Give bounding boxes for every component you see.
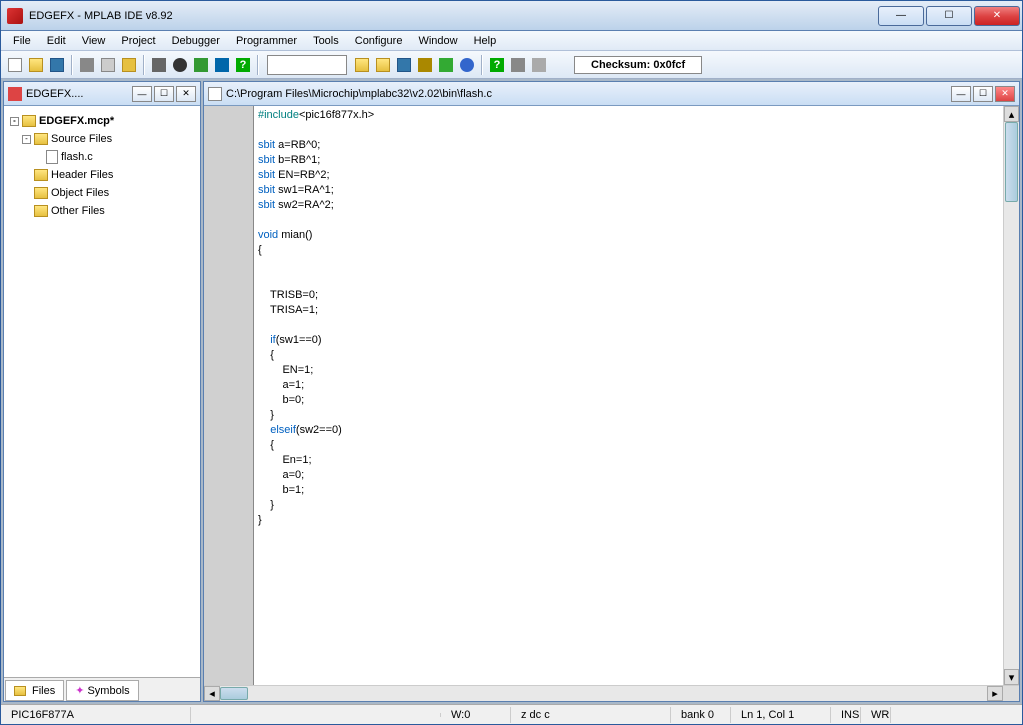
tree-source-files[interactable]: -Source Files: [10, 130, 194, 148]
project-panel-icon: [8, 87, 22, 101]
project-panel-title-text: EDGEFX....: [26, 88, 132, 100]
vertical-scrollbar[interactable]: ▴ ▾: [1003, 106, 1019, 685]
tree-header-files[interactable]: Header Files: [10, 166, 194, 184]
code-area[interactable]: #include<pic16f877x.h> sbit a=RB^0; sbit…: [254, 106, 1003, 685]
menu-programmer[interactable]: Programmer: [228, 33, 305, 49]
menu-edit[interactable]: Edit: [39, 33, 74, 49]
statusbar: PIC16F877A W:0 z dc c bank 0 Ln 1, Col 1…: [1, 704, 1022, 724]
tool-g1-icon[interactable]: [352, 55, 372, 75]
editor-title-text: C:\Program Files\Microchip\mplabc32\v2.0…: [226, 88, 951, 100]
paste-icon[interactable]: [119, 55, 139, 75]
tool-g4-icon[interactable]: [415, 55, 435, 75]
project-panel-title: EDGEFX.... — ☐ ✕: [4, 82, 200, 106]
status-pos: Ln 1, Col 1: [731, 707, 831, 723]
maximize-button[interactable]: ☐: [926, 6, 972, 26]
status-wr: WR: [861, 707, 891, 723]
menu-configure[interactable]: Configure: [347, 33, 411, 49]
menu-view[interactable]: View: [74, 33, 114, 49]
status-z: z dc c: [511, 707, 671, 723]
status-ins: INS: [831, 707, 861, 723]
checksum-display: Checksum: 0x0fcf: [574, 56, 702, 74]
menu-file[interactable]: File: [5, 33, 39, 49]
cut-icon[interactable]: [77, 55, 97, 75]
project-panel: EDGEFX.... — ☐ ✕ -EDGEFX.mcp* -Source Fi…: [3, 81, 201, 702]
editor-close-button[interactable]: ✕: [995, 86, 1015, 102]
minimize-button[interactable]: —: [878, 6, 924, 26]
menu-debugger[interactable]: Debugger: [164, 33, 228, 49]
tool-g2-icon[interactable]: [373, 55, 393, 75]
tree-other-files[interactable]: Other Files: [10, 202, 194, 220]
copy-icon[interactable]: [98, 55, 118, 75]
save-icon[interactable]: [47, 55, 67, 75]
tree-root[interactable]: -EDGEFX.mcp*: [10, 112, 194, 130]
status-device: PIC16F877A: [1, 707, 191, 723]
new-icon[interactable]: [5, 55, 25, 75]
editor-title: C:\Program Files\Microchip\mplabc32\v2.0…: [204, 82, 1019, 106]
app-icon: [7, 8, 23, 24]
project-tree[interactable]: -EDGEFX.mcp* -Source Files flash.c Heade…: [4, 106, 200, 677]
status-w: W:0: [441, 707, 511, 723]
editor-gutter: [204, 106, 254, 685]
open-icon[interactable]: [26, 55, 46, 75]
tool-g3-icon[interactable]: [394, 55, 414, 75]
titlebar: EDGEFX - MPLAB IDE v8.92 — ☐ ✕: [1, 1, 1022, 31]
panel-close-button[interactable]: ✕: [176, 86, 196, 102]
tool-x1-icon[interactable]: [508, 55, 528, 75]
window-title: EDGEFX - MPLAB IDE v8.92: [29, 10, 878, 22]
menu-project[interactable]: Project: [113, 33, 163, 49]
menu-window[interactable]: Window: [410, 33, 465, 49]
toolbar: ? ? Checksum: 0x0fcf: [1, 51, 1022, 79]
find-icon[interactable]: [170, 55, 190, 75]
tool-info-icon[interactable]: [457, 55, 477, 75]
tool-x2-icon[interactable]: [529, 55, 549, 75]
config-combo[interactable]: [267, 55, 347, 75]
status-bank: bank 0: [671, 707, 731, 723]
menubar: File Edit View Project Debugger Programm…: [1, 31, 1022, 51]
menu-help[interactable]: Help: [466, 33, 505, 49]
editor-restore-button[interactable]: ☐: [973, 86, 993, 102]
panel-minimize-button[interactable]: —: [132, 86, 152, 102]
wrench-icon[interactable]: [212, 55, 232, 75]
debug-icon[interactable]: [191, 55, 211, 75]
tab-files[interactable]: Files: [5, 680, 64, 701]
tool-q-icon[interactable]: ?: [487, 55, 507, 75]
close-button[interactable]: ✕: [974, 6, 1020, 26]
print-icon[interactable]: [149, 55, 169, 75]
tab-symbols[interactable]: ✦Symbols: [66, 680, 138, 701]
tree-file-flash[interactable]: flash.c: [10, 148, 194, 166]
horizontal-scrollbar[interactable]: ◂ ▸: [204, 685, 1019, 701]
tool-g5-icon[interactable]: [436, 55, 456, 75]
tree-object-files[interactable]: Object Files: [10, 184, 194, 202]
help-icon[interactable]: ?: [233, 55, 253, 75]
editor-panel: C:\Program Files\Microchip\mplabc32\v2.0…: [203, 81, 1020, 702]
menu-tools[interactable]: Tools: [305, 33, 347, 49]
editor-file-icon: [208, 87, 222, 101]
editor-minimize-button[interactable]: —: [951, 86, 971, 102]
panel-restore-button[interactable]: ☐: [154, 86, 174, 102]
